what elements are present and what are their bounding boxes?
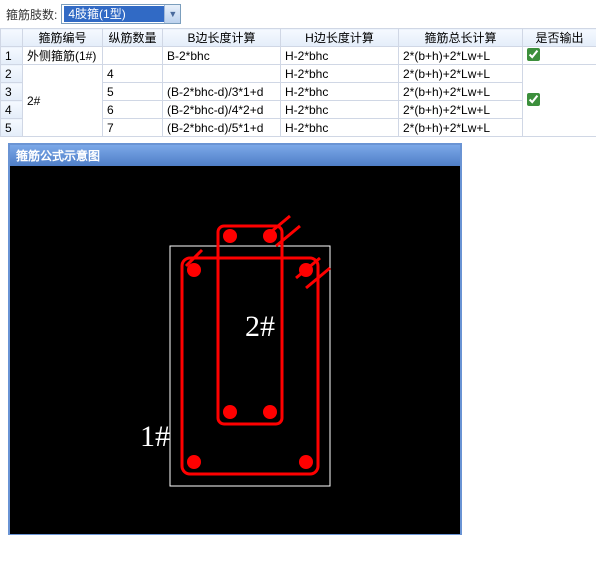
- stirrup-table[interactable]: 箍筋编号 纵筋数量 B边长度计算 H边长度计算 箍筋总长计算 是否输出 1 外侧…: [0, 28, 596, 137]
- cell-hcalc[interactable]: H-2*bhc: [281, 65, 399, 83]
- chevron-down-icon: ▼: [164, 5, 180, 23]
- row-index[interactable]: 3: [1, 83, 23, 101]
- cell-bcalc[interactable]: (B-2*bhc-d)/4*2+d: [163, 101, 281, 119]
- cell-bcalc[interactable]: B-2*bhc: [163, 47, 281, 65]
- cell-hcalc[interactable]: H-2*bhc: [281, 47, 399, 65]
- cell-bcalc[interactable]: (B-2*bhc-d)/3*1+d: [163, 83, 281, 101]
- cell-total[interactable]: 2*(b+h)+2*Lw+L: [399, 101, 523, 119]
- table-row: 1 外侧箍筋(1#) B-2*bhc H-2*bhc 2*(b+h)+2*Lw+…: [1, 47, 596, 65]
- rebar-dot: [187, 455, 201, 469]
- output-checkbox[interactable]: [527, 48, 540, 61]
- outer-stirrup-label: 1#: [140, 420, 170, 453]
- rebar-dot: [263, 405, 277, 419]
- rebar-dot: [187, 263, 201, 277]
- cell-total[interactable]: 2*(b+h)+2*Lw+L: [399, 47, 523, 65]
- cell-bcalc[interactable]: (B-2*bhc-d)/5*1+d: [163, 119, 281, 137]
- outer-stirrup: [182, 258, 318, 474]
- header-bcalc[interactable]: B边长度计算: [163, 29, 281, 47]
- row-index[interactable]: 5: [1, 119, 23, 137]
- cell-hcalc[interactable]: H-2*bhc: [281, 119, 399, 137]
- diagram-title: 箍筋公式示意图: [10, 145, 460, 166]
- stirrup-limb-label: 箍筋肢数:: [6, 6, 57, 23]
- cell-output[interactable]: [523, 65, 596, 137]
- diagram-panel: 箍筋公式示意图 2# 1: [8, 143, 462, 535]
- rebar-dot: [263, 229, 277, 243]
- row-index[interactable]: 1: [1, 47, 23, 65]
- cell-count[interactable]: 7: [103, 119, 163, 137]
- output-checkbox[interactable]: [527, 93, 540, 106]
- cell-num[interactable]: 外侧箍筋(1#): [23, 47, 103, 65]
- header-count[interactable]: 纵筋数量: [103, 29, 163, 47]
- header-total[interactable]: 箍筋总长计算: [399, 29, 523, 47]
- stirrup-limb-value: 4肢箍(1型): [64, 6, 164, 22]
- row-index[interactable]: 2: [1, 65, 23, 83]
- rebar-dot: [223, 229, 237, 243]
- cell-count[interactable]: [103, 47, 163, 65]
- cell-num[interactable]: 2#: [23, 65, 103, 137]
- cell-hcalc[interactable]: H-2*bhc: [281, 83, 399, 101]
- header-output[interactable]: 是否输出: [523, 29, 596, 47]
- rebar-dot: [223, 405, 237, 419]
- diagram-body: 2# 1#: [10, 166, 460, 534]
- cell-total[interactable]: 2*(b+h)+2*Lw+L: [399, 119, 523, 137]
- header-blank[interactable]: [1, 29, 23, 47]
- cell-total[interactable]: 2*(b+h)+2*Lw+L: [399, 65, 523, 83]
- stirrup-limb-select[interactable]: 4肢箍(1型) ▼: [61, 4, 181, 24]
- rebar-dot: [299, 455, 313, 469]
- cell-count[interactable]: 5: [103, 83, 163, 101]
- cell-count[interactable]: 6: [103, 101, 163, 119]
- table-row: 2 2# 4 H-2*bhc 2*(b+h)+2*Lw+L: [1, 65, 596, 83]
- cell-count[interactable]: 4: [103, 65, 163, 83]
- column-outline: [170, 246, 330, 486]
- cell-hcalc[interactable]: H-2*bhc: [281, 101, 399, 119]
- cell-total[interactable]: 2*(b+h)+2*Lw+L: [399, 83, 523, 101]
- cell-output[interactable]: [523, 47, 596, 65]
- table-header-row: 箍筋编号 纵筋数量 B边长度计算 H边长度计算 箍筋总长计算 是否输出: [1, 29, 596, 47]
- stirrup-diagram-svg: 2# 1#: [10, 166, 460, 534]
- inner-stirrup-label: 2#: [245, 310, 275, 343]
- header-hcalc[interactable]: H边长度计算: [281, 29, 399, 47]
- cell-bcalc[interactable]: [163, 65, 281, 83]
- header-num[interactable]: 箍筋编号: [23, 29, 103, 47]
- rebar-dot: [299, 263, 313, 277]
- row-index[interactable]: 4: [1, 101, 23, 119]
